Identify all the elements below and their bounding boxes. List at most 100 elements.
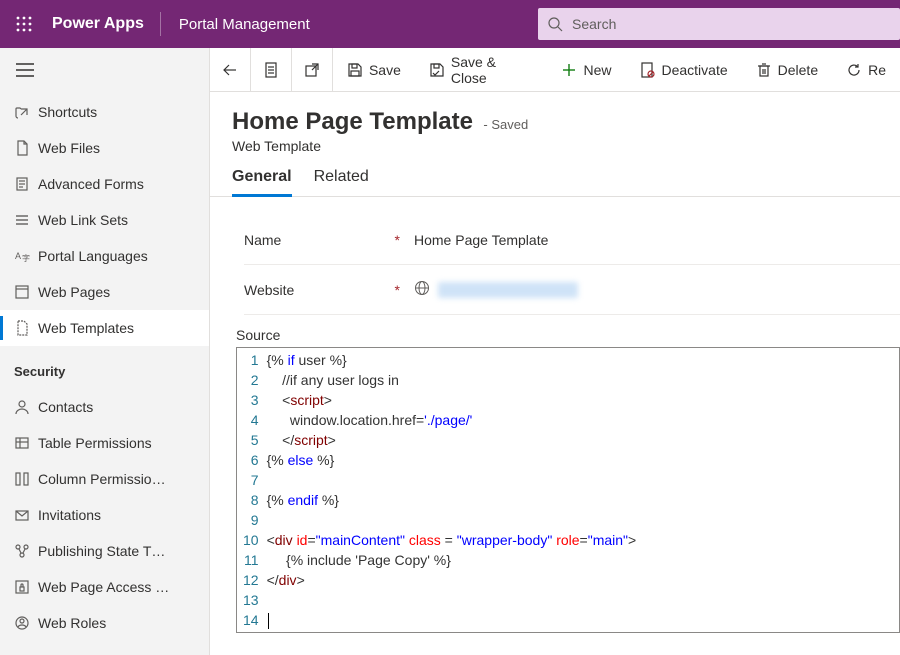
sidebar-item-invite[interactable]: Invitations [0, 497, 209, 533]
access-icon [14, 579, 38, 595]
app-name: Portal Management [161, 16, 328, 33]
roles-icon [14, 615, 38, 631]
search-input[interactable] [572, 16, 900, 32]
webfile-icon [14, 140, 38, 156]
contact-icon [14, 399, 38, 415]
popout-icon [304, 62, 320, 78]
globe-icon [414, 280, 430, 299]
open-new-window-button[interactable] [292, 48, 332, 91]
back-icon [222, 62, 238, 78]
nav-item-label: Shortcuts [38, 104, 97, 120]
global-search[interactable] [538, 8, 900, 40]
deactivate-icon [639, 62, 655, 78]
sidebar-toggle[interactable] [0, 48, 209, 92]
entity-name: Web Template [232, 138, 878, 154]
document-icon [263, 62, 279, 78]
sidebar-item-page[interactable]: Web Pages [0, 274, 209, 310]
page-title: Home Page Template [232, 108, 473, 135]
sidebar-item-colperm[interactable]: Column Permissio… [0, 461, 209, 497]
save-label: Save [369, 62, 401, 78]
save-close-icon [429, 62, 445, 78]
command-bar: Save Save & Close New Deactivate Delete … [210, 48, 900, 92]
save-button[interactable]: Save [333, 48, 415, 91]
nav-item-label: Contacts [38, 399, 93, 415]
sidebar-item-shortcut[interactable]: Shortcuts [0, 94, 209, 130]
sidebar-item-access[interactable]: Web Page Access … [0, 569, 209, 605]
required-icon: * [395, 232, 400, 248]
deactivate-label: Deactivate [661, 62, 727, 78]
trash-icon [756, 62, 772, 78]
sidebar-item-list[interactable]: Web Link Sets [0, 202, 209, 238]
field-name-row[interactable]: Name * Home Page Template [244, 215, 900, 265]
nav-item-label: Web Templates [38, 320, 134, 336]
sidebar-item-contact[interactable]: Contacts [0, 389, 209, 425]
sidebar-item-pubstate[interactable]: Publishing State T… [0, 533, 209, 569]
nav-item-label: Portal Languages [38, 248, 148, 264]
content-area: Save Save & Close New Deactivate Delete … [210, 48, 900, 655]
field-website-row[interactable]: Website * [244, 265, 900, 315]
sidebar-item-roles[interactable]: Web Roles [0, 605, 209, 641]
new-label: New [583, 62, 611, 78]
refresh-button[interactable]: Re [832, 48, 900, 91]
nav-item-label: Advanced Forms [38, 176, 144, 192]
product-name[interactable]: Power Apps [48, 15, 160, 33]
nav-item-label: Web Page Access … [38, 579, 169, 595]
refresh-label: Re [868, 62, 886, 78]
template-icon [14, 320, 38, 336]
save-status: - Saved [483, 117, 528, 132]
field-website-value[interactable] [438, 282, 578, 298]
invite-icon [14, 507, 38, 523]
sidebar-item-form[interactable]: Advanced Forms [0, 166, 209, 202]
search-icon [538, 16, 572, 32]
colperm-icon [14, 471, 38, 487]
sidebar: Shortcuts Web Files Advanced Forms Web Link… [0, 48, 210, 655]
nav-item-label: Web Files [38, 140, 100, 156]
nav-item-label: Table Permissions [38, 435, 152, 451]
source-editor[interactable]: 1234567891011121314 {% if user %} //if a… [236, 347, 900, 633]
form-body: Name * Home Page Template Website * Source… [210, 197, 900, 655]
lang-icon: A字 [14, 248, 38, 264]
field-source-label: Source [236, 327, 900, 343]
delete-label: Delete [778, 62, 818, 78]
plus-icon [561, 62, 577, 78]
back-button[interactable] [210, 48, 250, 91]
form-icon [14, 176, 38, 192]
nav-item-label: Web Roles [38, 615, 106, 631]
nav-item-label: Invitations [38, 507, 101, 523]
pubstate-icon [14, 543, 38, 559]
tableperm-icon [14, 435, 38, 451]
tab-related[interactable]: Related [314, 168, 369, 196]
svg-text:A: A [15, 251, 21, 261]
required-icon: * [395, 282, 400, 298]
deactivate-button[interactable]: Deactivate [625, 48, 741, 91]
nav-section-security: Security [0, 346, 209, 387]
nav-item-label: Web Pages [38, 284, 110, 300]
app-header: Power Apps Portal Management [0, 0, 900, 48]
line-numbers: 1234567891011121314 [237, 348, 267, 632]
shortcut-icon [14, 104, 38, 120]
tab-general[interactable]: General [232, 168, 292, 196]
record-header: Home Page Template - Saved Web Template [210, 92, 900, 154]
save-icon [347, 62, 363, 78]
save-close-label: Save & Close [451, 54, 534, 86]
code-content[interactable]: {% if user %} //if any user logs in <scr… [267, 348, 637, 632]
app-launcher-icon[interactable] [0, 0, 48, 48]
nav-item-label: Web Link Sets [38, 212, 128, 228]
field-website-label: Website [244, 282, 294, 298]
field-name-label: Name [244, 232, 281, 248]
save-close-button[interactable]: Save & Close [415, 48, 548, 91]
record-set-button[interactable] [251, 48, 291, 91]
form-tabs: General Related [210, 154, 900, 197]
sidebar-item-tableperm[interactable]: Table Permissions [0, 425, 209, 461]
page-icon [14, 284, 38, 300]
delete-button[interactable]: Delete [742, 48, 832, 91]
sidebar-item-webfile[interactable]: Web Files [0, 130, 209, 166]
nav-item-label: Publishing State T… [38, 543, 165, 559]
list-icon [14, 212, 38, 228]
sidebar-item-lang[interactable]: A字Portal Languages [0, 238, 209, 274]
refresh-icon [846, 62, 862, 78]
sidebar-item-template[interactable]: Web Templates [0, 310, 209, 346]
new-button[interactable]: New [547, 48, 625, 91]
nav-item-label: Column Permissio… [38, 471, 166, 487]
field-name-value[interactable]: Home Page Template [414, 232, 548, 248]
